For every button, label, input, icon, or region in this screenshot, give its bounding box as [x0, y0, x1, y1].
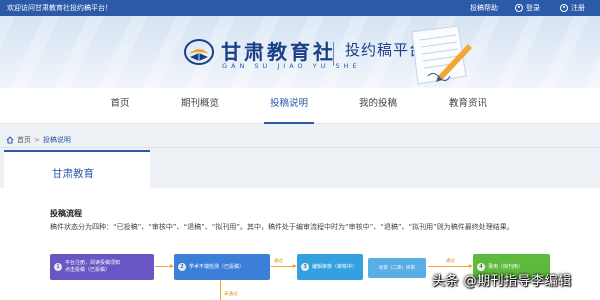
flow-step-2: 2 学术不端检测（已投稿） — [174, 254, 270, 280]
logo-text: 甘肃教育社 — [221, 40, 336, 64]
nav-item-guidelines[interactable]: 投稿说明 — [264, 92, 314, 124]
breadcrumb-current[interactable]: 投稿说明 — [43, 135, 71, 145]
breadcrumb: 首页 > 投稿说明 — [6, 135, 71, 145]
section-title: 投稿流程 — [50, 209, 82, 218]
journal-tabs: 甘肃教育 — [0, 150, 600, 188]
paper-pen-illustration-icon — [411, 25, 472, 85]
login-link[interactable]: 登录 — [515, 3, 540, 13]
welcome-text: 欢迎访问甘肃教育社投约稿平台！ — [7, 4, 112, 12]
nav-item-journals[interactable]: 期刊概览 — [174, 88, 226, 124]
step-number: 2 — [178, 263, 186, 271]
flow-down-line — [220, 280, 221, 300]
nav-item-news[interactable]: 教育资讯 — [442, 88, 494, 124]
header-banner: 甘肃教育社 GAN SU JIAO YU SHE 投约稿平台 — [0, 16, 600, 88]
home-icon — [6, 136, 14, 144]
breadcrumb-separator: > — [34, 136, 40, 144]
step-number: 1 — [54, 263, 62, 271]
register-link-label: 注册 — [571, 4, 585, 12]
flow-arrow — [271, 264, 297, 268]
step-2-text: 学术不端检测（已投稿） — [189, 263, 245, 270]
user-icon — [515, 4, 523, 12]
breadcrumb-divider — [0, 147, 600, 148]
breadcrumb-home[interactable]: 首页 — [17, 135, 31, 145]
tab-label: 甘肃教育 — [52, 168, 94, 180]
logo-divider — [333, 42, 334, 66]
logo-english: GAN SU JIAO YU SHE — [222, 62, 361, 70]
nav-item-home[interactable]: 首页 — [100, 88, 140, 124]
flow-step-1: 1 平台注册，阅读投稿须知 点击投稿（已投稿） — [50, 254, 154, 280]
step-1-line-2: 点击投稿（已投稿） — [65, 267, 111, 273]
reject-label: 未通过 — [224, 292, 238, 297]
flow-step-3: 3 编辑审核（审核中） — [297, 254, 363, 280]
nav-item-my-submissions[interactable]: 我的投稿 — [352, 88, 404, 124]
step-number: 3 — [301, 263, 309, 271]
watermark: 头条 @期刊指导李编辑 — [432, 274, 572, 289]
arrow-label-pass: 通过 — [274, 259, 283, 264]
flow-arrow — [155, 264, 174, 268]
step-3-text: 编辑审核（审核中） — [312, 263, 358, 270]
tab-gansu-education[interactable]: 甘肃教育 — [4, 150, 150, 188]
register-icon — [560, 4, 568, 12]
login-link-label: 登录 — [526, 4, 540, 12]
register-link[interactable]: 注册 — [560, 3, 585, 13]
review-stage-box: 初审（二审）终审 — [368, 258, 426, 278]
flow-arrow — [428, 264, 473, 268]
logo-emblem-icon — [184, 39, 214, 65]
help-link-label: 投稿帮助 — [470, 4, 498, 12]
arrow-label-pass: 通过 — [446, 259, 455, 264]
main-nav: 首页 期刊概览 投稿说明 我的投稿 教育资讯 — [0, 88, 600, 124]
step-1-line-1: 平台注册，阅读投稿须知 — [65, 260, 121, 266]
help-link[interactable]: 投稿帮助 — [470, 3, 498, 13]
section-description: 稿件状态分为四种：“已投稿”、“审核中”、“退稿”、“拟刊用”。其中，稿件处于编… — [50, 223, 514, 231]
top-bar: 欢迎访问甘肃教育社投约稿平台！ 投稿帮助 登录 注册 — [0, 0, 600, 16]
